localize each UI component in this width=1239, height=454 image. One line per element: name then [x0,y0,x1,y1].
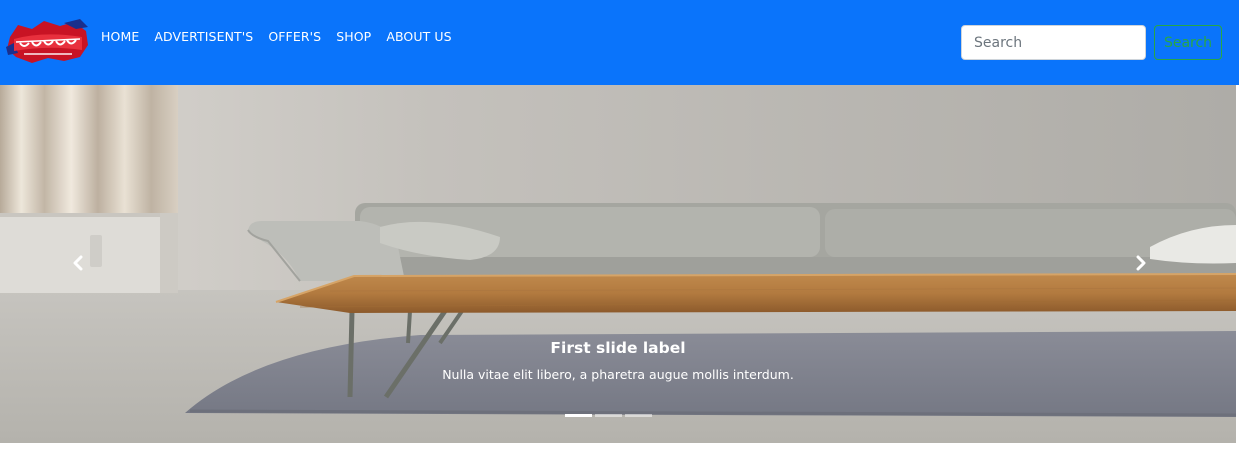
brand-logo-icon[interactable] [4,17,90,65]
search-input[interactable] [961,25,1146,60]
nav-link-about-us[interactable]: ABOUT US [386,29,451,45]
carousel-next-button[interactable] [1121,243,1161,283]
chevron-left-icon [73,255,83,271]
navbar: HOME ADVERTISENT'S OFFER'S SHOP ABOUT US… [0,0,1239,85]
nav-link-shop[interactable]: SHOP [336,29,371,45]
image-carousel: First slide label Nulla vitae elit liber… [0,85,1236,443]
slide-caption-title: First slide label [550,339,686,357]
nav-link-home[interactable]: HOME [101,29,139,45]
search-button[interactable]: Search [1154,25,1222,60]
nav-link-advertisements[interactable]: ADVERTISENT'S [154,29,253,45]
slide-caption: First slide label Nulla vitae elit liber… [318,338,918,383]
chevron-right-icon [1136,255,1146,271]
brand-logo-graphic [6,19,88,63]
carousel-indicators [565,414,652,417]
carousel-indicator[interactable] [565,414,592,417]
carousel-indicator[interactable] [595,414,622,417]
carousel-indicator[interactable] [625,414,652,417]
slide-caption-text: Nulla vitae elit libero, a pharetra augu… [442,367,794,382]
carousel-prev-button[interactable] [58,243,98,283]
nav-links: HOME ADVERTISENT'S OFFER'S SHOP ABOUT US [101,29,452,45]
slide-image-living-room [0,85,1236,443]
nav-link-offers[interactable]: OFFER'S [268,29,321,45]
